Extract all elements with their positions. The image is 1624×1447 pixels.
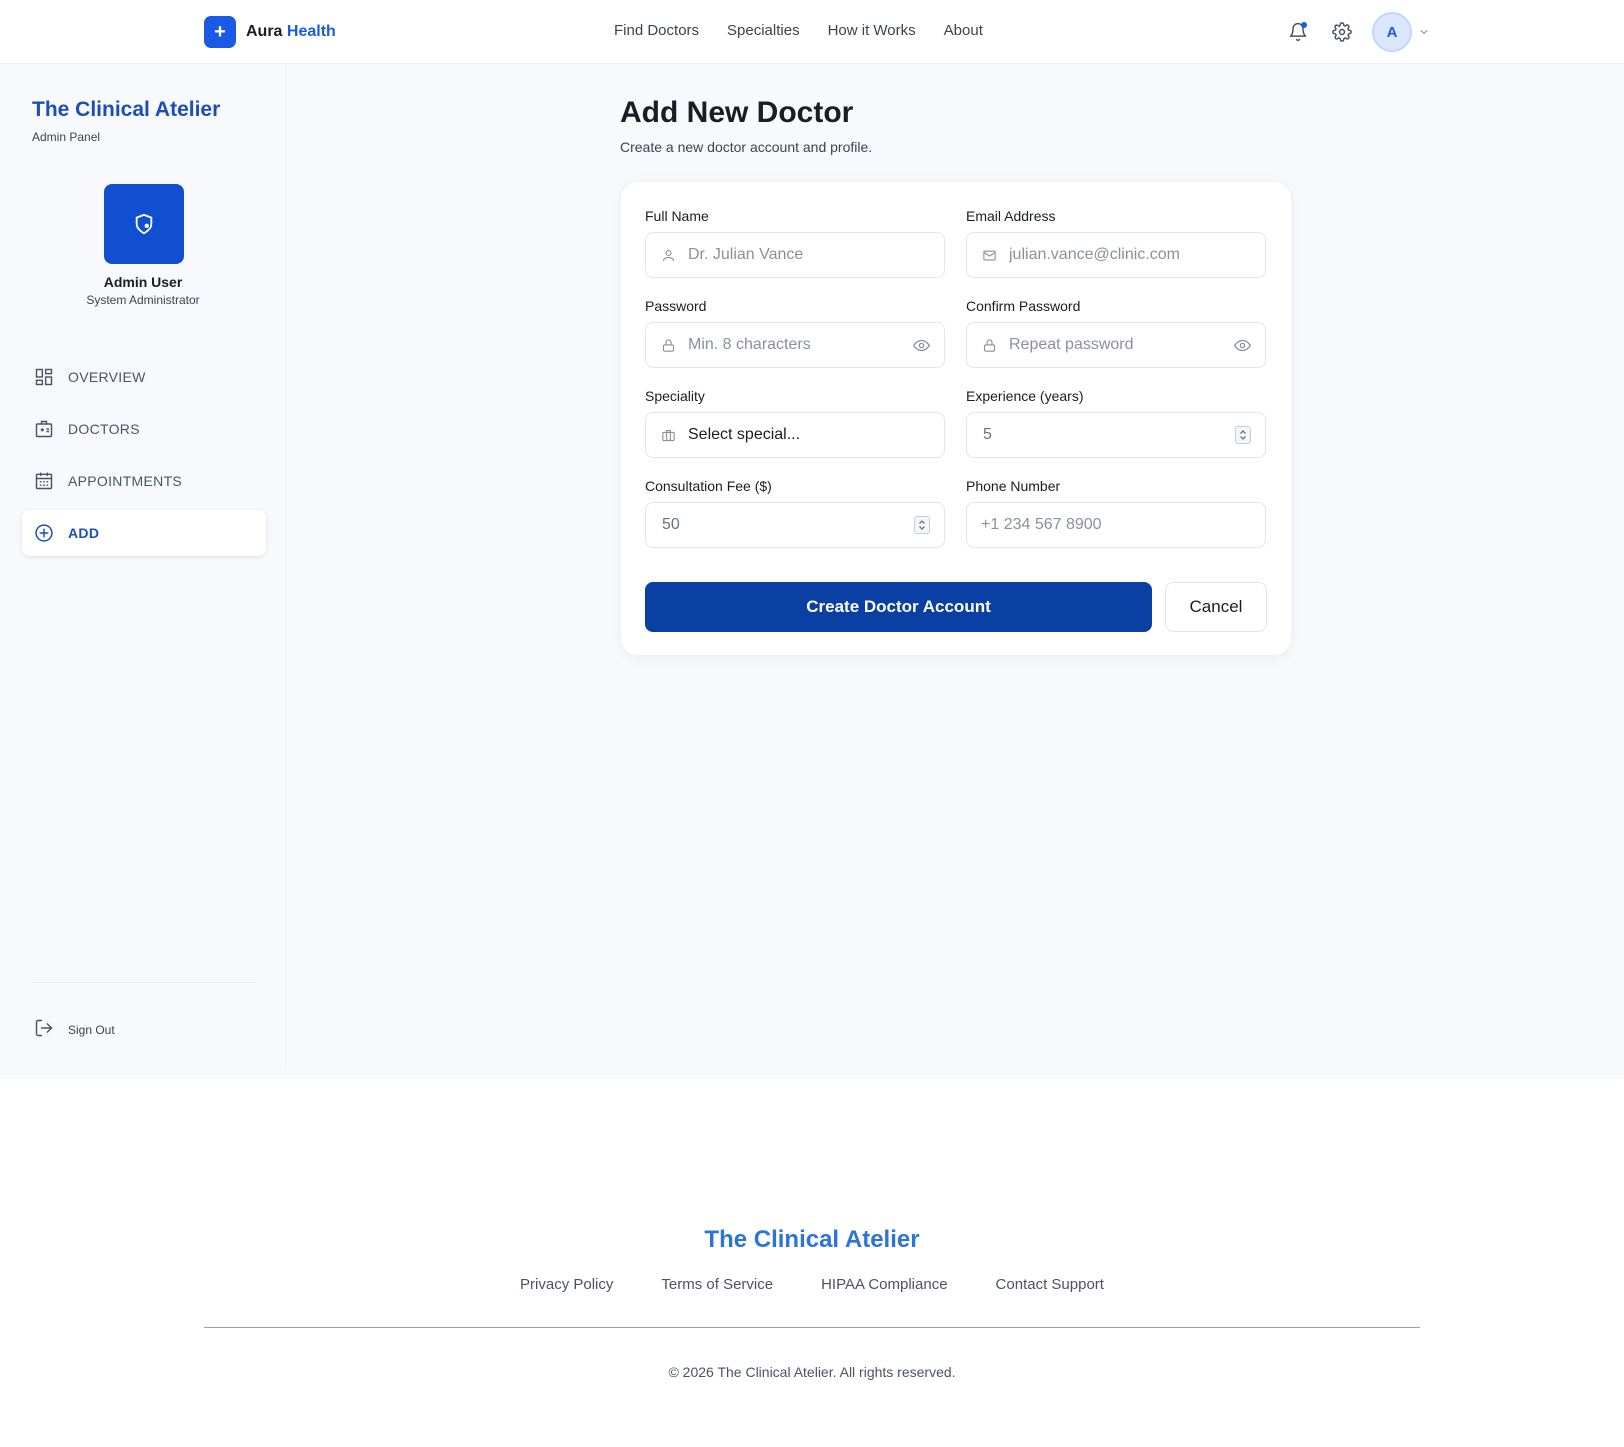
medical-id-icon: [34, 419, 54, 439]
admin-role: System Administrator: [86, 293, 200, 307]
sidebar-item-appointments[interactable]: APPOINTMENTS: [22, 458, 266, 504]
phone-label: Phone Number: [966, 478, 1061, 494]
sidebar-title: The Clinical Atelier: [32, 98, 221, 121]
experience-field: Experience (years) 5: [966, 388, 1266, 458]
nav-link-about[interactable]: About: [944, 22, 983, 39]
sidebar-item-overview[interactable]: OVERVIEW: [22, 354, 266, 400]
sidebar-divider: [32, 982, 256, 983]
email-input-box[interactable]: [966, 232, 1266, 278]
password-input[interactable]: [688, 336, 912, 354]
footer-link-privacy[interactable]: Privacy Policy: [520, 1276, 613, 1293]
notification-dot: [1301, 22, 1307, 28]
logout-icon: [34, 1018, 54, 1041]
mail-icon: [981, 247, 997, 263]
experience-stepper[interactable]: [1235, 426, 1251, 444]
sidebar-item-add[interactable]: ADD: [22, 510, 266, 556]
full-name-field: Full Name: [645, 208, 945, 278]
user-icon: [660, 247, 676, 263]
lock-icon: [981, 337, 997, 353]
sidebar: The Clinical Atelier Admin Panel Admin U…: [0, 64, 286, 1070]
top-navbar: + Aura Health Find Doctors Specialties H…: [0, 0, 1624, 64]
plus-circle-icon: [34, 523, 54, 543]
eye-icon[interactable]: [1233, 336, 1251, 354]
sidebar-item-label: APPOINTMENTS: [68, 473, 183, 489]
plus-icon: +: [204, 16, 236, 48]
nav-link-specialties[interactable]: Specialties: [727, 22, 800, 39]
email-input[interactable]: [1009, 246, 1251, 264]
consultation-fee-value: 50: [662, 516, 680, 533]
confirm-password-input[interactable]: [1009, 336, 1233, 354]
consultation-fee-field: Consultation Fee ($) 50: [645, 478, 945, 548]
footer-link-hipaa[interactable]: HIPAA Compliance: [821, 1276, 947, 1293]
confirm-password-field: Confirm Password: [966, 298, 1266, 368]
experience-value: 5: [983, 426, 992, 443]
phone-field: Phone Number: [966, 478, 1266, 548]
sidebar-item-label: DOCTORS: [68, 421, 140, 437]
password-input-box[interactable]: [645, 322, 945, 368]
consultation-fee-input[interactable]: 50: [645, 502, 945, 548]
add-doctor-form: Full Name Email Address Password: [620, 181, 1292, 656]
header-actions: A: [1278, 12, 1430, 52]
experience-input[interactable]: 5: [966, 412, 1266, 458]
footer-divider: [204, 1327, 1420, 1328]
briefcase-icon: [660, 427, 676, 443]
confirm-password-input-box[interactable]: [966, 322, 1266, 368]
sign-out-button[interactable]: Sign Out: [34, 1018, 115, 1041]
password-field: Password: [645, 298, 945, 368]
shield-user-icon: [135, 213, 153, 235]
calendar-icon: [34, 471, 54, 491]
sidebar-nav: OVERVIEW DOCTORS APPOINTMENTS ADD: [22, 354, 266, 562]
admin-name: Admin User: [103, 274, 183, 290]
settings-button[interactable]: [1322, 12, 1362, 52]
brand[interactable]: + Aura Health: [204, 16, 336, 48]
sidebar-item-label: OVERVIEW: [68, 369, 146, 385]
consultation-fee-label: Consultation Fee ($): [645, 478, 772, 494]
gear-icon: [1332, 22, 1352, 42]
phone-input-box[interactable]: [966, 502, 1266, 548]
sidebar-subtitle: Admin Panel: [32, 130, 101, 144]
cancel-button[interactable]: Cancel: [1165, 582, 1267, 632]
sidebar-item-label: ADD: [68, 525, 100, 541]
footer-links: Privacy Policy Terms of Service HIPAA Co…: [0, 1276, 1624, 1293]
full-name-label: Full Name: [645, 208, 709, 224]
full-name-input[interactable]: [688, 246, 930, 264]
admin-avatar: [104, 184, 184, 264]
page-title: Add New Doctor: [620, 96, 854, 129]
email-field: Email Address: [966, 208, 1266, 278]
sign-out-label: Sign Out: [68, 1022, 115, 1037]
footer-title: The Clinical Atelier: [704, 1226, 920, 1253]
speciality-label: Speciality: [645, 388, 705, 404]
eye-icon[interactable]: [912, 336, 930, 354]
lock-icon: [660, 337, 676, 353]
speciality-selected-value: Select special...: [688, 426, 801, 443]
confirm-password-label: Confirm Password: [966, 298, 1081, 314]
nav-link-find-doctors[interactable]: Find Doctors: [614, 22, 699, 39]
dashboard-icon: [34, 367, 54, 387]
user-avatar[interactable]: A: [1372, 12, 1412, 52]
notifications-button[interactable]: [1278, 12, 1318, 52]
experience-label: Experience (years): [966, 388, 1084, 404]
main-nav: Find Doctors Specialties How it Works Ab…: [614, 22, 983, 39]
chevron-down-icon[interactable]: [1418, 26, 1430, 38]
footer-link-terms[interactable]: Terms of Service: [661, 1276, 773, 1293]
phone-input[interactable]: [981, 516, 1251, 534]
speciality-field: Speciality Select special...: [645, 388, 945, 458]
full-name-input-box[interactable]: [645, 232, 945, 278]
speciality-select[interactable]: Select special...: [645, 412, 945, 458]
create-doctor-account-button[interactable]: Create Doctor Account: [645, 582, 1152, 632]
page-subtitle: Create a new doctor account and profile.: [620, 139, 873, 155]
brand-name: Aura Health: [246, 23, 336, 40]
sidebar-item-doctors[interactable]: DOCTORS: [22, 406, 266, 452]
copyright: © 2026 The Clinical Atelier. All rights …: [668, 1364, 956, 1380]
footer-link-support[interactable]: Contact Support: [996, 1276, 1104, 1293]
password-label: Password: [645, 298, 707, 314]
nav-link-how-it-works[interactable]: How it Works: [828, 22, 916, 39]
email-label: Email Address: [966, 208, 1056, 224]
consultation-fee-stepper[interactable]: [914, 516, 930, 534]
